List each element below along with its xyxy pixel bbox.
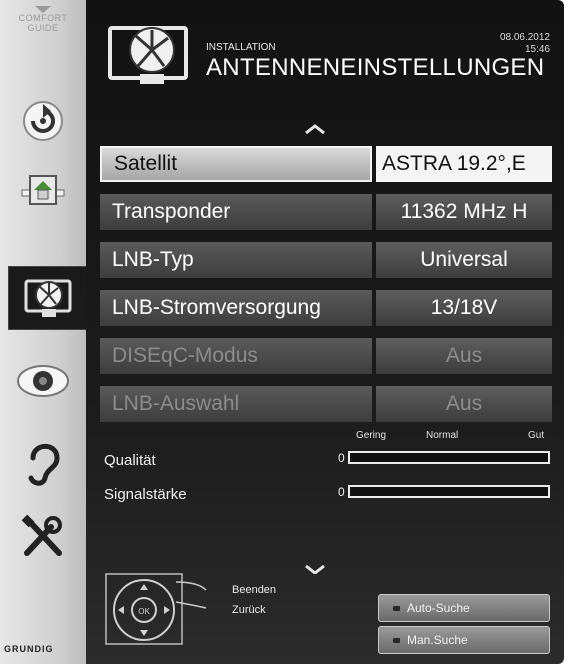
guide-label: GUIDE — [27, 23, 59, 33]
refresh-icon — [23, 101, 63, 141]
scale-high-label: Gut — [528, 430, 545, 441]
eye-icon — [17, 365, 69, 397]
comfort-label: COMFORT — [18, 13, 68, 23]
installation-header-icon — [108, 26, 188, 84]
color-key-icon — [393, 638, 400, 643]
comfort-guide-button[interactable]: COMFORT GUIDE — [0, 0, 86, 60]
setting-label: LNB-Auswahl — [100, 386, 372, 422]
setting-value: Aus — [376, 338, 552, 374]
setting-row-lnb-stromversorgung[interactable]: LNB-Stromversorgung 13/18V — [100, 290, 560, 326]
setting-label: Transponder — [100, 194, 372, 230]
setting-value[interactable]: Universal — [376, 242, 552, 278]
house-icon — [21, 175, 65, 205]
scroll-down-icon[interactable] — [304, 564, 326, 574]
quality-label: Qualität — [104, 452, 156, 469]
signal-strength-value: 0 — [338, 485, 345, 499]
scroll-up-icon[interactable] — [304, 124, 326, 134]
ear-icon — [28, 443, 60, 486]
brand-logo: GRUNDIG — [4, 644, 54, 654]
sidebar-item-picture[interactable] — [0, 350, 86, 412]
sidebar: COMFORT GUIDE GRUNDIG — [0, 0, 88, 664]
setting-label: DISEqC-Modus — [100, 338, 372, 374]
tools-icon — [21, 514, 62, 556]
scale-low-label: Gering — [356, 430, 387, 441]
sidebar-item-source[interactable] — [0, 90, 86, 152]
manual-search-label: Man.Suche — [407, 633, 468, 647]
time-text: 15:46 — [524, 44, 550, 55]
setting-row-lnb-auswahl: LNB-Auswahl Aus — [100, 386, 560, 422]
scale-mid-label: Normal — [426, 430, 459, 441]
date-text: 08.06.2012 — [499, 32, 550, 43]
setting-label: Satellit — [100, 146, 372, 182]
auto-search-button[interactable]: Auto-Suche — [378, 594, 550, 622]
setting-value[interactable]: 11362 MHz H — [376, 194, 552, 230]
help-exit-label: Beenden — [232, 584, 277, 596]
setting-label: LNB-Typ — [100, 242, 372, 278]
arrow-down-icon — [35, 6, 51, 13]
header-subtitle: INSTALLATION — [206, 42, 276, 53]
setting-row-transponder[interactable]: Transponder 11362 MHz H — [100, 194, 560, 230]
datetime: 08.06.2012 15:46 — [500, 32, 550, 56]
manual-search-button[interactable]: Man.Suche — [378, 626, 550, 654]
page-title: ANTENNENEINSTELLUNGEN — [206, 54, 545, 81]
quality-value: 0 — [338, 451, 345, 465]
setting-row-satellit[interactable]: Satellit ASTRA 19.2°,E — [100, 146, 560, 182]
sidebar-item-settings[interactable] — [0, 506, 86, 568]
setting-label: LNB-Stromversorgung — [100, 290, 372, 326]
sidebar-item-home[interactable] — [0, 160, 86, 222]
ok-button-label: OK — [138, 607, 150, 616]
color-key-icon — [393, 606, 400, 611]
help-back-label: Zurück — [232, 604, 266, 616]
auto-search-label: Auto-Suche — [407, 601, 470, 615]
satellite-dish-icon — [24, 279, 72, 317]
sidebar-item-installation[interactable] — [8, 266, 88, 330]
sidebar-item-sound[interactable] — [0, 432, 86, 494]
setting-value: Aus — [376, 386, 552, 422]
quality-meter — [348, 451, 550, 464]
signal-strength-meter — [348, 485, 550, 498]
setting-row-lnb-typ[interactable]: LNB-Typ Universal — [100, 242, 560, 278]
signal-strength-label: Signalstärke — [104, 486, 187, 503]
remote-control-icon: OK — [105, 573, 207, 645]
setting-row-diseqc-modus: DISEqC-Modus Aus — [100, 338, 560, 374]
main-panel: INSTALLATION ANTENNENEINSTELLUNGEN 08.06… — [86, 0, 564, 664]
setting-value[interactable]: 13/18V — [376, 290, 552, 326]
setting-value[interactable]: ASTRA 19.2°,E — [376, 146, 552, 182]
